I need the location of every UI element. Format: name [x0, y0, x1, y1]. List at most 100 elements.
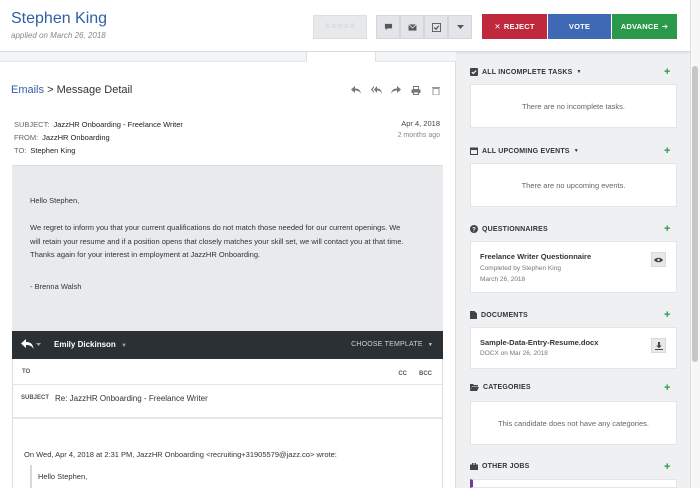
reply-subject-label: SUBJECT — [21, 395, 50, 401]
from-value: JazzHR Onboarding — [42, 133, 110, 142]
download-icon — [654, 341, 663, 350]
breadcrumb: Emails > Message Detail — [11, 84, 132, 96]
applied-date: applied on March 26, 2018 — [11, 31, 106, 40]
reply-icon[interactable] — [350, 84, 362, 96]
envelope-icon — [407, 23, 417, 31]
message-relative-date: 2 months ago — [397, 132, 440, 139]
choose-template-dropdown[interactable]: CHOOSE TEMPLATE ▼ — [351, 341, 433, 348]
add-task-button[interactable]: + — [664, 66, 670, 78]
quoted-greeting: Hello Stephen, — [38, 472, 88, 481]
more-dropdown-button[interactable] — [448, 15, 472, 39]
advance-label: ADVANCE — [620, 22, 659, 31]
calendar-icon — [470, 147, 478, 155]
print-icon[interactable] — [410, 84, 422, 96]
to-value: Stephen King — [30, 146, 76, 155]
eye-icon — [654, 257, 663, 262]
questionnaire-card: Freelance Writer Questionnaire Completed… — [470, 241, 677, 293]
subject-value: JazzHR Onboarding - Freelance Writer — [53, 120, 183, 129]
message-signature: - Brenna Walsh — [30, 282, 82, 291]
vote-label: VOTE — [568, 22, 591, 31]
advance-button[interactable]: ADVANCE ➔ — [612, 14, 677, 39]
from-label: FROM: — [14, 133, 39, 142]
briefcase-icon — [470, 463, 478, 470]
task-button[interactable] — [424, 15, 448, 39]
reply-all-icon[interactable] — [370, 84, 382, 96]
add-category-button[interactable]: + — [664, 382, 670, 394]
subject-line: SUBJECT: JazzHR Onboarding - Freelance Wr… — [14, 120, 183, 129]
document-date: DOCX on Mar 26, 2018 — [480, 350, 548, 357]
from-line: FROM: JazzHR Onboarding — [14, 133, 110, 142]
questionnaire-title[interactable]: Freelance Writer Questionnaire — [480, 252, 591, 261]
message-paragraph: We regret to inform you that your curren… — [30, 223, 404, 259]
categories-section-header: CATEGORIES — [470, 384, 531, 391]
checkbox-icon — [470, 68, 478, 76]
view-questionnaire-button[interactable] — [651, 252, 666, 267]
comment-button[interactable] — [376, 15, 400, 39]
documents-title: DOCUMENTS — [481, 311, 528, 319]
panel-tab-strip — [0, 52, 456, 62]
reply-toolbar: Emily Dickinson ▼ CHOOSE TEMPLATE ▼ — [12, 331, 443, 359]
breadcrumb-current: Message Detail — [56, 84, 133, 96]
reply-to-row[interactable]: TO CC BCC — [13, 359, 442, 385]
tasks-section-header[interactable]: ALL INCOMPLETE TASKS ▼ — [470, 68, 582, 76]
star-rating[interactable]: ☆☆☆☆☆ — [313, 15, 367, 39]
reply-icon — [21, 339, 41, 349]
reject-button[interactable]: ✕ REJECT — [482, 14, 547, 39]
bcc-toggle[interactable]: BCC — [419, 371, 432, 377]
subject-label: SUBJECT: — [14, 120, 50, 129]
editor-divider — [12, 418, 443, 419]
add-questionnaire-button[interactable]: + — [664, 223, 670, 235]
add-job-button[interactable]: + — [664, 461, 670, 473]
folder-open-icon — [470, 384, 479, 391]
to-line: TO: Stephen King — [14, 146, 75, 155]
questionnaires-title: QUESTIONNAIRES — [482, 225, 548, 233]
page-scrollbar-thumb[interactable] — [692, 66, 698, 362]
add-document-button[interactable]: + — [664, 309, 670, 321]
events-card: There are no upcoming events. — [470, 163, 677, 207]
caret-down-icon: ▼ — [427, 342, 433, 348]
caret-down-icon: ▼ — [576, 69, 582, 75]
other-jobs-section-header: OTHER JOBS — [470, 463, 530, 470]
reply-subject-input[interactable]: Re: JazzHR Onboarding - Freelance Writer — [55, 394, 208, 403]
cc-toggle[interactable]: CC — [398, 371, 407, 377]
vote-button[interactable]: VOTE — [548, 14, 611, 39]
categories-card: This candidate does not have any categor… — [470, 401, 677, 445]
categories-empty-message: This candidate does not have any categor… — [498, 418, 649, 428]
events-section-header[interactable]: ALL UPCOMING EVENTS ▼ — [470, 147, 579, 155]
reply-from-dropdown[interactable]: Emily Dickinson ▼ — [54, 340, 127, 349]
add-event-button[interactable]: + — [664, 145, 670, 157]
document-card: Sample-Data-Entry-Resume.docx DOCX on Ma… — [470, 327, 677, 369]
download-document-button[interactable] — [651, 338, 666, 353]
message-date: Apr 4, 2018 — [401, 119, 440, 128]
file-icon — [470, 311, 477, 319]
quoted-body[interactable]: Hello Stephen, — [30, 465, 442, 488]
events-empty-message: There are no upcoming events. — [521, 180, 626, 190]
quoted-header: On Wed, Apr 4, 2018 at 2:31 PM, JazzHR O… — [24, 450, 337, 459]
caret-down-icon — [456, 24, 464, 29]
events-title: ALL UPCOMING EVENTS — [482, 147, 570, 155]
candidate-name[interactable]: Stephen King — [11, 10, 107, 28]
speech-bubble-icon — [384, 23, 392, 31]
trash-icon[interactable] — [430, 84, 442, 96]
reply-type-dropdown[interactable] — [21, 338, 41, 352]
documents-section-header: DOCUMENTS — [470, 311, 528, 319]
active-tab[interactable] — [306, 52, 376, 62]
arrow-right-icon: ➔ — [661, 22, 669, 31]
reply-to-label: TO — [22, 369, 31, 375]
message-toolbar — [350, 84, 442, 96]
message-greeting: Hello Stephen, — [30, 196, 80, 205]
forward-icon[interactable] — [390, 84, 402, 96]
tasks-card: There are no incomplete tasks. — [470, 84, 677, 128]
email-button[interactable] — [400, 15, 424, 39]
tasks-title: ALL INCOMPLETE TASKS — [482, 68, 573, 76]
caret-down-icon: ▼ — [121, 343, 127, 349]
breadcrumb-emails-link[interactable]: Emails — [11, 84, 44, 96]
questionnaire-completed-by: Completed by Stephen King — [480, 265, 561, 272]
document-filename[interactable]: Sample-Data-Entry-Resume.docx — [480, 338, 598, 347]
message-body: Hello Stephen, We regret to inform you t… — [12, 165, 443, 331]
questionnaires-section-header: ? QUESTIONNAIRES — [470, 225, 548, 233]
other-jobs-card[interactable] — [470, 479, 677, 488]
close-icon: ✕ — [494, 22, 501, 31]
reject-label: REJECT — [503, 22, 535, 31]
other-jobs-title: OTHER JOBS — [482, 463, 530, 470]
